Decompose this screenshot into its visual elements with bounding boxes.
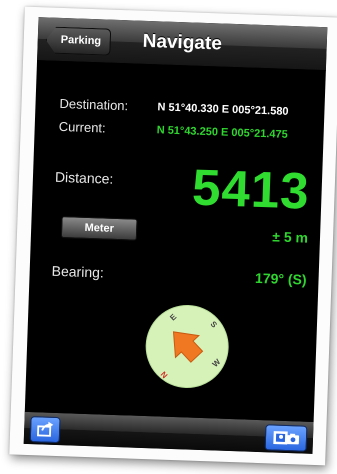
phone-screen: Parking Navigate Destination: N 51°40.33… — [23, 17, 328, 454]
navigation-bar: Parking Navigate — [37, 17, 328, 72]
accuracy-value: ± 5 m — [272, 228, 309, 246]
destination-label: Destination: — [59, 95, 129, 114]
distance-label: Distance: — [54, 168, 114, 187]
distance-value: 5413 — [191, 158, 311, 220]
compass-graphic: E S W N — [145, 304, 229, 388]
bearing-label: Bearing: — [51, 262, 105, 281]
bottom-toolbar — [23, 410, 314, 454]
photo-frame: Parking Navigate Destination: N 51°40.33… — [9, 6, 337, 466]
current-value: N 51°43.250 E 005°21.475 — [156, 124, 288, 141]
current-label: Current: — [58, 118, 106, 136]
compass-dial: E S W N — [144, 303, 231, 390]
unit-toggle-button[interactable]: Meter — [60, 216, 138, 241]
destination-value: N 51°40.330 E 005°21.580 — [157, 101, 289, 118]
share-button[interactable] — [29, 416, 61, 444]
share-icon — [37, 421, 54, 437]
photo-camera-icon — [273, 431, 300, 445]
photo-camera-button[interactable] — [264, 424, 308, 452]
bearing-value: 179° (S) — [254, 269, 307, 288]
